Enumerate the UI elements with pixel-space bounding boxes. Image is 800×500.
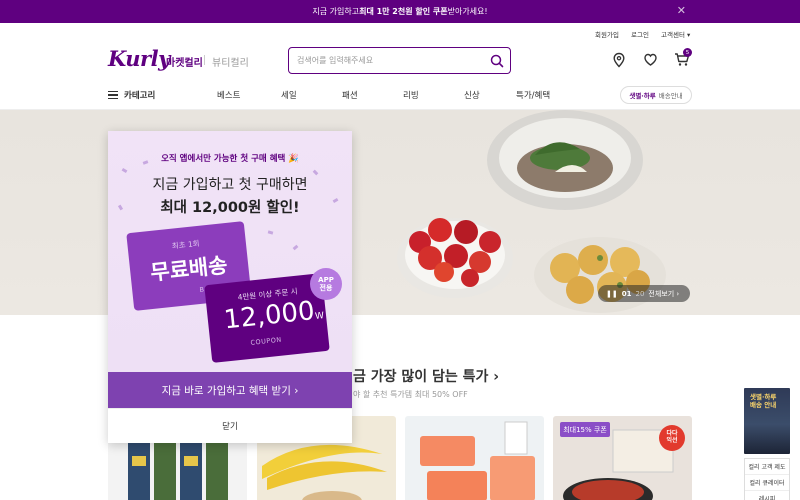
dada-badge: 다다 익선 [659,425,685,451]
ticket2-label: COUPON [250,335,283,347]
nav-category[interactable]: 카테고리 [124,89,155,101]
utility-links: 회원가입 로그인 고객센터 ▾ [0,23,800,43]
promo-text-highlight: 최대 1만 2천원 할인 쿠폰 [359,7,448,16]
side-link-recipe[interactable]: 레시피 [745,491,789,500]
slide-current: 01 [621,289,632,298]
location-pin-icon[interactable] [612,52,626,72]
main-nav: 카테고리 베스트 세일 패션 리빙 신상 특가/혜택 샛별·하루 배송안내 [0,81,800,110]
side-link-curator[interactable]: 컬리 큐레이터 [745,475,789,491]
tab-market-kurly[interactable]: 마켓컬리 [166,54,203,69]
search-input[interactable] [297,48,487,73]
nav-new[interactable]: 신상 [464,89,480,101]
kurly-logo[interactable]: Kurly [108,46,170,71]
popup-title-line2: 최대 12,000원 할인! [160,200,300,216]
popup-eyebrow: 오직 앱에서만 가능한 첫 구매 혜택 🎉 [161,154,299,164]
coupon-badge: 최대15% 쿠폰 [560,422,610,437]
nav-fashion[interactable]: 패션 [342,89,358,101]
side-delivery-banner[interactable]: 샛별·하루 배송 안내 [744,388,790,454]
side-link-grade[interactable]: 컬리 고객 제도 [745,459,789,475]
tab-beauty-kurly[interactable]: 뷰티컬리 [212,54,249,69]
close-icon[interactable]: ✕ [677,4,686,17]
customer-center-link[interactable]: 고객센터 ▾ [661,29,690,39]
popup-body: 오직 앱에서만 가능한 첫 구매 혜택 🎉 지금 가입하고 첫 구매하면 최대 … [108,131,352,372]
signup-cta-button[interactable]: 지금 바로 가입하고 혜택 받기 › [108,372,352,408]
section-title[interactable]: 금 가장 많이 담는 특가 › [353,366,499,386]
heart-icon[interactable] [643,52,658,71]
section-title-text: 금 가장 많이 담는 특가 [353,369,489,385]
search-box[interactable] [288,47,511,74]
side-quick-links: 컬리 고객 제도 컬리 큐레이터 레시피 [744,458,790,500]
popup-close-button[interactable]: 닫기 [108,408,352,443]
delivery-info-bold: 샛별·하루 [629,92,656,100]
ticket2-big: 12,000 [222,296,317,336]
side-banner-text: 샛별·하루 배송 안내 [750,393,777,410]
nav-living[interactable]: 리빙 [403,89,419,101]
chevron-right-icon[interactable]: › [493,369,499,385]
promo-text-c: 받아가세요! [447,7,488,16]
popup-title-line1: 지금 가입하고 첫 구매하면 [152,177,308,193]
signup-link[interactable]: 회원가입 [595,29,619,39]
ticket1-big: 무료배송 [149,253,229,285]
product-card[interactable] [405,416,544,500]
cart-count-badge: 5 [683,48,692,57]
product-image [420,421,535,500]
hero-slide-counter[interactable]: ❚❚ 01 20 전체보기 › [598,285,690,302]
promo-topbar[interactable]: 지금 가입하고 최대 1만 2천원 할인 쿠폰 받아가세요! ✕ [0,0,800,23]
ticket1-small: 최초 1회 [171,238,201,251]
login-link[interactable]: 로그인 [631,29,649,39]
promo-text-a: 지금 가입하고 [312,7,360,16]
slide-total: 20 [635,289,645,298]
hamburger-icon[interactable] [108,91,118,101]
delivery-info-button[interactable]: 샛별·하루 배송안내 [620,86,692,104]
delivery-info-label: 배송안내 [658,92,683,100]
signup-popup: 오직 앱에서만 가능한 첫 구매 혜택 🎉 지금 가입하고 첫 구매하면 최대 … [108,131,352,443]
view-all-link[interactable]: 전체보기 › [648,289,679,299]
nav-best[interactable]: 베스트 [217,89,240,101]
pause-icon[interactable]: ❚❚ [606,290,618,298]
nav-special[interactable]: 특가/혜택 [516,89,550,101]
nav-sale[interactable]: 세일 [281,89,297,101]
ticket2-unit: W [314,311,325,322]
header: Kurly 마켓컬리 뷰티컬리 5 [0,43,800,81]
search-icon[interactable] [490,53,504,72]
tab-divider [204,55,205,65]
app-only-badge: APP 전용 [310,268,342,300]
section-subtitle: 야 할 추천 특가템 최대 50% OFF [353,390,468,399]
